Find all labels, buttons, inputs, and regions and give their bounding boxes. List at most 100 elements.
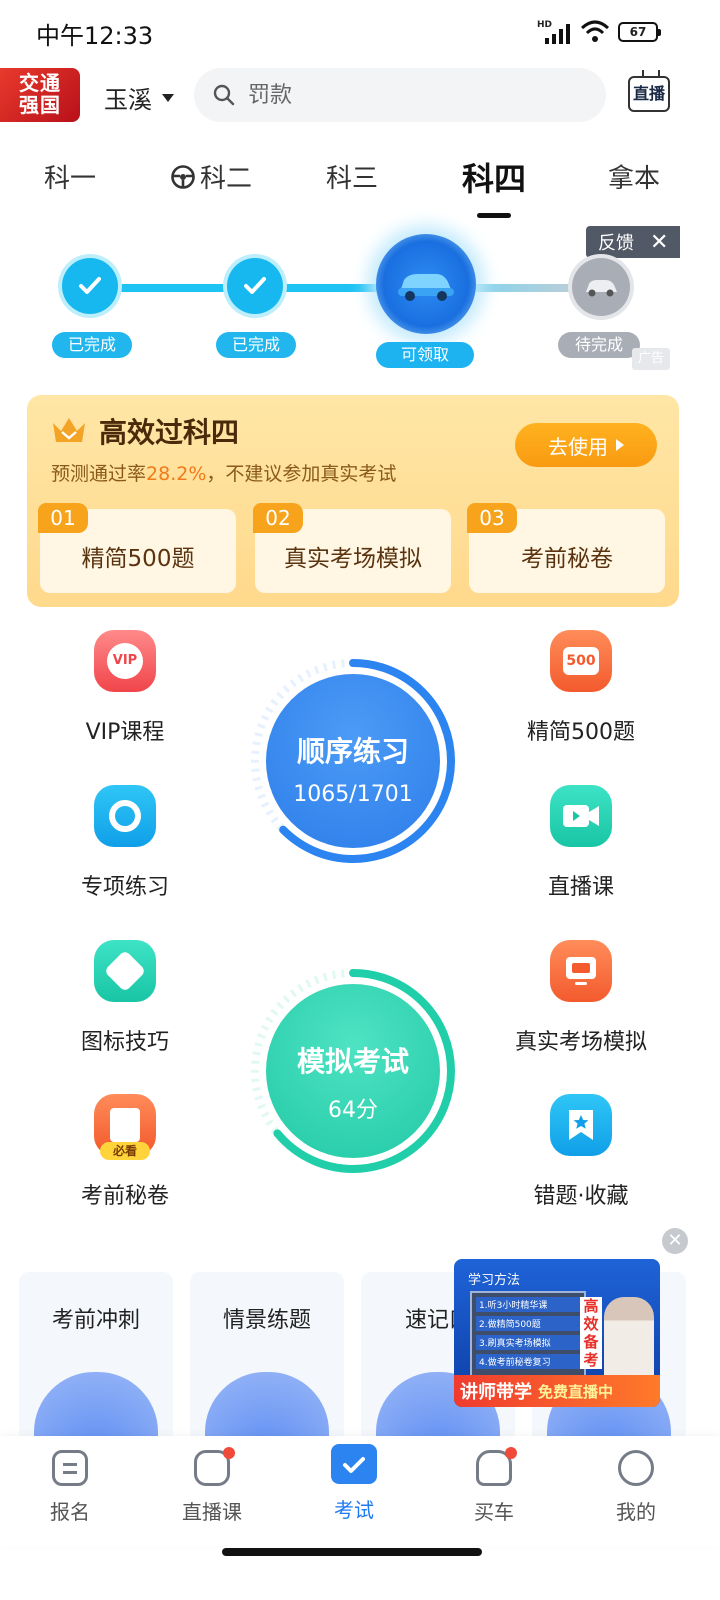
close-icon[interactable]: ✕ bbox=[662, 1228, 688, 1254]
status-time: 中午12:33 bbox=[36, 22, 154, 50]
logo-line-1: 交通 bbox=[19, 71, 61, 95]
500-icon: 500 bbox=[550, 630, 612, 692]
nav-label: 直播课 bbox=[182, 1500, 242, 1524]
use-now-button[interactable]: 去使用 bbox=[515, 423, 657, 467]
nav-label: 买车 bbox=[474, 1500, 514, 1524]
feature-500-questions[interactable]: 500 精简500题 bbox=[491, 630, 671, 746]
card-sprint[interactable]: 考前冲刺 bbox=[19, 1272, 173, 1442]
document-check-icon: 必看 bbox=[94, 1094, 156, 1160]
step-1-label: 已完成 bbox=[52, 332, 132, 358]
use-now-label: 去使用 bbox=[548, 434, 608, 459]
nav-signup[interactable]: 报名 bbox=[10, 1450, 130, 1525]
vip-icon: VIP bbox=[94, 630, 156, 692]
tab-na-ben[interactable]: 拿本 bbox=[608, 158, 660, 195]
live-floating-card[interactable]: 学习方法 1.听3小时精华课 2.做精简500题 3.刷真实考场模拟 4.做考前… bbox=[454, 1259, 660, 1407]
step-1-check-icon bbox=[62, 258, 118, 314]
promo-item-label: 考前秘卷 bbox=[521, 546, 613, 572]
city-name: 玉溪 bbox=[104, 86, 152, 114]
promo-item-1[interactable]: 01 精简500题 bbox=[38, 503, 236, 593]
logo-line-2: 强国 bbox=[19, 93, 61, 117]
promo-item-3[interactable]: 03 考前秘卷 bbox=[467, 503, 665, 593]
nav-mine[interactable]: 我的 bbox=[576, 1450, 696, 1525]
feature-label: 考前秘卷 bbox=[80, 1184, 169, 1209]
feature-label: 真实考场模拟 bbox=[514, 1030, 647, 1055]
car-locked-icon bbox=[572, 258, 630, 316]
feature-label: 精简500题 bbox=[527, 720, 635, 745]
promo-item-label: 精简500题 bbox=[81, 546, 195, 572]
mock-exam-button[interactable]: 模拟考试 64分 bbox=[266, 984, 440, 1158]
feature-label: 错题·收藏 bbox=[533, 1184, 629, 1209]
step-3-label[interactable]: 可领取 bbox=[376, 342, 474, 368]
feature-special-practice[interactable]: 专项练习 bbox=[35, 785, 215, 901]
banner-sub: 免费直播中 bbox=[538, 1382, 614, 1401]
feature-secret-paper[interactable]: 必看 考前秘卷 bbox=[35, 1094, 215, 1210]
ad-tag: 广告 bbox=[632, 348, 670, 370]
tab-label: 科二 bbox=[200, 164, 253, 194]
search-input[interactable] bbox=[248, 82, 568, 108]
rocket-illustration bbox=[34, 1372, 158, 1442]
smile-icon bbox=[618, 1450, 654, 1486]
card-scenario[interactable]: 情景练题 bbox=[190, 1272, 344, 1442]
efficient-label: 高效备考 bbox=[580, 1297, 602, 1369]
steering-wheel-icon bbox=[171, 164, 195, 189]
exam-folder-icon bbox=[331, 1444, 377, 1484]
nav-live[interactable]: 直播课 bbox=[152, 1447, 272, 1525]
tab-label: 科三 bbox=[326, 164, 379, 194]
promo-item-num: 02 bbox=[253, 503, 303, 533]
promo-card[interactable]: 高效过科四 预测通过率28.2%，不建议参加真实考试 去使用 01 精简500题… bbox=[27, 395, 679, 607]
feature-sign-tips[interactable]: 图标技巧 bbox=[35, 940, 215, 1056]
feature-wrong-favorites[interactable]: 错题·收藏 bbox=[491, 1094, 671, 1210]
search-bar[interactable] bbox=[194, 68, 606, 122]
tab-ke-si[interactable]: 科四 bbox=[462, 154, 526, 218]
feedback-label: 反馈 bbox=[598, 233, 634, 254]
nav-buy-car[interactable]: 买车 bbox=[434, 1447, 554, 1525]
nav-label: 我的 bbox=[616, 1500, 656, 1524]
live-button[interactable]: 直播 bbox=[628, 76, 670, 112]
practice-count: 1065/1701 bbox=[293, 782, 413, 807]
bottom-nav: 报名 直播课 考试 买车 我的 bbox=[0, 1436, 720, 1546]
whiteboard: 1.听3小时精华课 2.做精简500题 3.刷真实考场模拟 4.做考前秘卷复习 bbox=[470, 1291, 586, 1379]
step-2-label: 已完成 bbox=[216, 332, 296, 358]
tab-ke-er[interactable]: 科二 bbox=[170, 158, 252, 195]
tab-ke-yi[interactable]: 科一 bbox=[44, 158, 96, 195]
live-card-head: 学习方法 bbox=[468, 1273, 521, 1288]
video-icon bbox=[550, 785, 612, 847]
banner-main: 讲师带学 bbox=[460, 1382, 532, 1403]
promo-item-2[interactable]: 02 真实考场模拟 bbox=[253, 503, 451, 593]
feature-label: 图标技巧 bbox=[80, 1030, 169, 1055]
feature-real-exam-sim[interactable]: 真实考场模拟 bbox=[491, 940, 671, 1056]
practice-title: 顺序练习 bbox=[296, 735, 409, 768]
feature-label: 直播课 bbox=[547, 875, 614, 900]
tab-ke-san[interactable]: 科三 bbox=[326, 158, 378, 195]
tab-label: 拿本 bbox=[608, 164, 661, 194]
status-bar: 中午12:33 HD 67 bbox=[0, 0, 720, 64]
feedback-button[interactable]: 反馈 ✕ bbox=[586, 226, 680, 258]
instructor-avatar bbox=[604, 1297, 654, 1381]
pass-rate: 28.2% bbox=[146, 463, 207, 485]
wifi-icon bbox=[580, 20, 610, 42]
signal-icon bbox=[545, 22, 573, 44]
promo-subtitle: 预测通过率28.2%，不建议参加真实考试 bbox=[51, 463, 397, 485]
notification-dot bbox=[505, 1447, 517, 1459]
nav-exam[interactable]: 考试 bbox=[294, 1444, 414, 1523]
feature-label: VIP课程 bbox=[85, 720, 165, 745]
promo-item-num: 01 bbox=[38, 503, 88, 533]
road-sign-icon bbox=[94, 940, 156, 1002]
tv-icon bbox=[194, 1447, 235, 1486]
app-logo[interactable]: 交通 强国 bbox=[0, 68, 80, 122]
feature-vip-course[interactable]: VIP VIP课程 bbox=[35, 630, 215, 746]
exam-title: 模拟考试 bbox=[296, 1045, 409, 1078]
crown-icon bbox=[53, 418, 85, 442]
car-icon bbox=[476, 1447, 517, 1486]
sequential-practice-button[interactable]: 顺序练习 1065/1701 bbox=[266, 674, 440, 848]
city-selector[interactable]: 玉溪 bbox=[104, 80, 174, 115]
nav-label: 考试 bbox=[334, 1498, 374, 1522]
pedestrian-sign-illustration bbox=[205, 1372, 329, 1442]
close-icon[interactable]: ✕ bbox=[650, 230, 668, 255]
car-reward-icon[interactable] bbox=[376, 234, 476, 334]
feature-label: 专项练习 bbox=[80, 875, 169, 900]
feature-live-class[interactable]: 直播课 bbox=[491, 785, 671, 901]
subject-tabs: 科一 科二 科三 科四 拿本 bbox=[0, 150, 720, 218]
card-title: 考前冲刺 bbox=[51, 1308, 140, 1333]
nav-label: 报名 bbox=[50, 1500, 90, 1524]
